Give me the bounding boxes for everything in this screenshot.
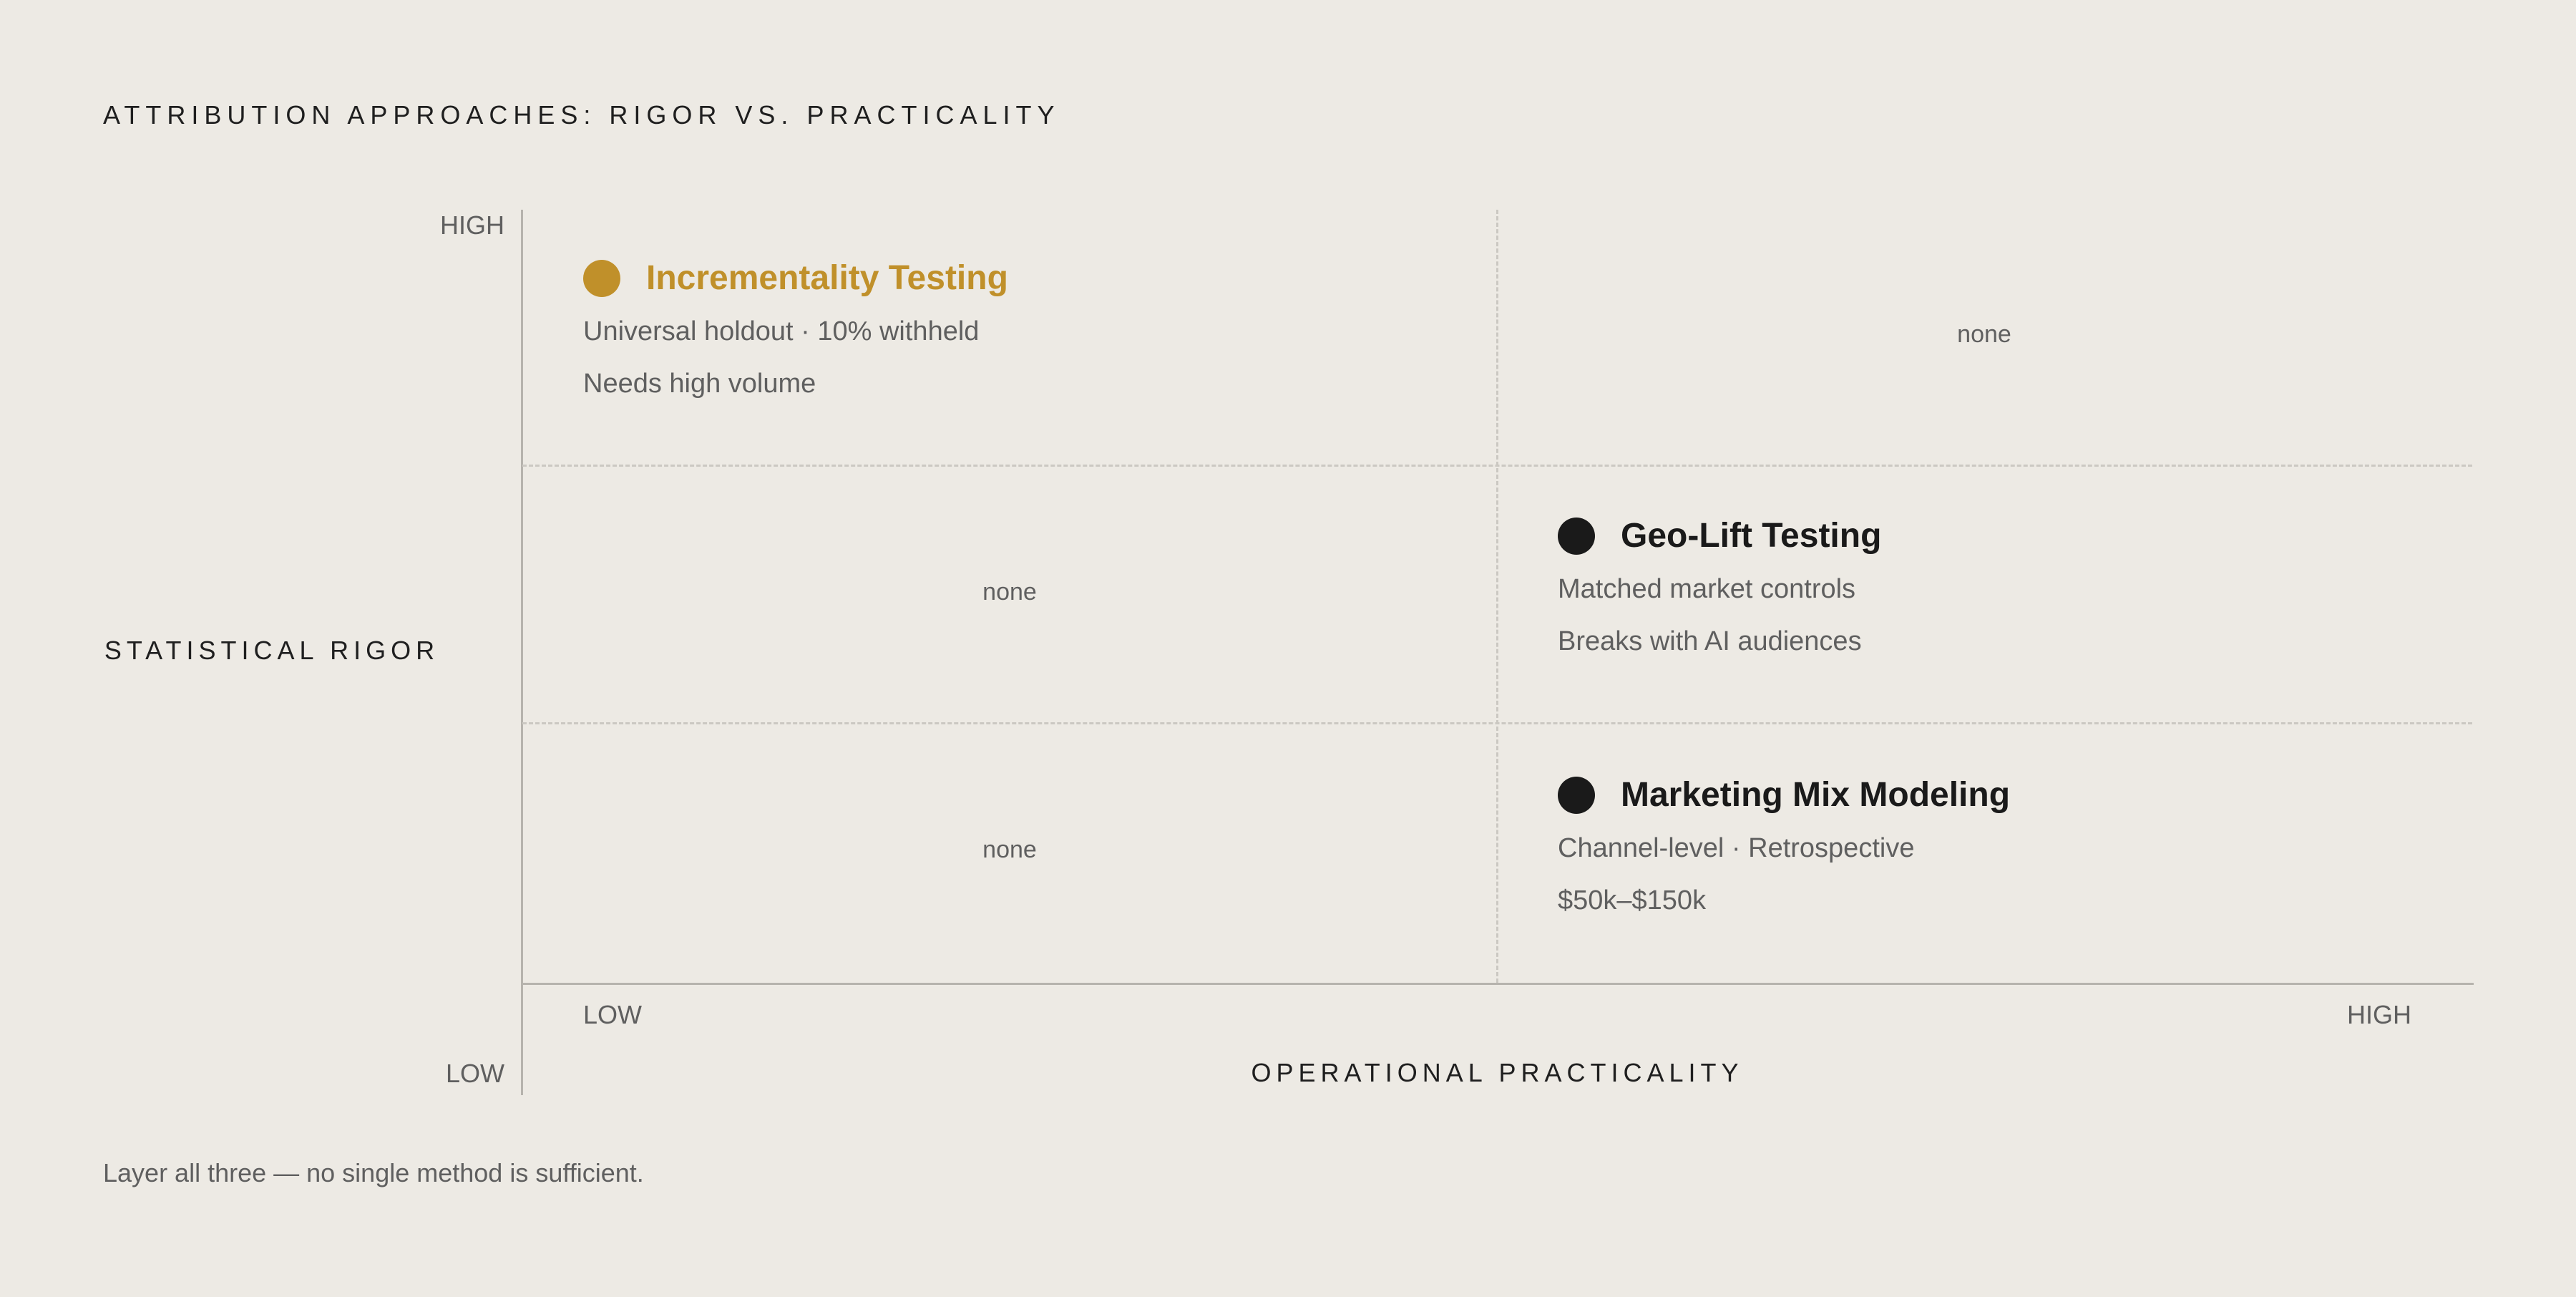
cell-low-rigor-high-practicality: Marketing Mix Modeling Channel-level · R… <box>1497 725 2472 983</box>
method-marker-dot <box>1558 776 1595 814</box>
method-detail-2: Breaks with AI audiences <box>1558 626 1862 656</box>
cell-medium-rigor-high-practicality: Geo-Lift Testing Matched market controls… <box>1497 467 2472 725</box>
x-axis-line <box>522 983 2474 985</box>
method-name: Geo-Lift Testing <box>1621 517 1882 555</box>
footnote: Layer all three — no single method is su… <box>103 1158 644 1187</box>
method-incrementality-testing: Incrementality Testing Universal holdout… <box>583 258 1008 399</box>
cell-medium-rigor-low-practicality: none <box>522 467 1497 725</box>
method-detail-2: Needs high volume <box>583 369 816 399</box>
method-detail-2: $50k–$150k <box>1558 885 1707 915</box>
empty-cell-label: none <box>1957 321 2011 348</box>
method-marker-dot <box>1558 517 1595 555</box>
method-marker-dot <box>583 259 620 297</box>
method-detail-1: Universal holdout · 10% withheld <box>583 316 980 346</box>
method-marketing-mix-modeling: Marketing Mix Modeling Channel-level · R… <box>1558 775 2010 916</box>
cell-low-rigor-low-practicality: none <box>522 725 1497 983</box>
cell-high-rigor-high-practicality: none <box>1497 210 2472 464</box>
method-name: Marketing Mix Modeling <box>1621 776 2011 814</box>
method-geo-lift-testing: Geo-Lift Testing Matched market controls… <box>1558 516 1881 657</box>
y-axis-high-tick: HIGH <box>440 210 504 240</box>
empty-cell-label: none <box>982 578 1037 606</box>
quadrant-grid: Incrementality Testing Universal holdout… <box>522 210 2472 983</box>
x-axis-label: OPERATIONAL PRACTICALITY <box>1251 1058 1744 1087</box>
method-detail-1: Channel-level · Retrospective <box>1558 833 1915 863</box>
y-axis-label: STATISTICAL RIGOR <box>104 636 440 665</box>
y-axis-low-tick: LOW <box>445 1059 504 1088</box>
x-axis-high-tick: HIGH <box>2347 1000 2411 1029</box>
chart-title: ATTRIBUTION APPROACHES: RIGOR VS. PRACTI… <box>103 100 1060 130</box>
method-name: Incrementality Testing <box>646 259 1008 297</box>
method-detail-1: Matched market controls <box>1558 574 1856 604</box>
x-axis-low-tick: LOW <box>583 1000 643 1029</box>
cell-high-rigor-low-practicality: Incrementality Testing Universal holdout… <box>522 210 1497 467</box>
empty-cell-label: none <box>982 836 1037 863</box>
